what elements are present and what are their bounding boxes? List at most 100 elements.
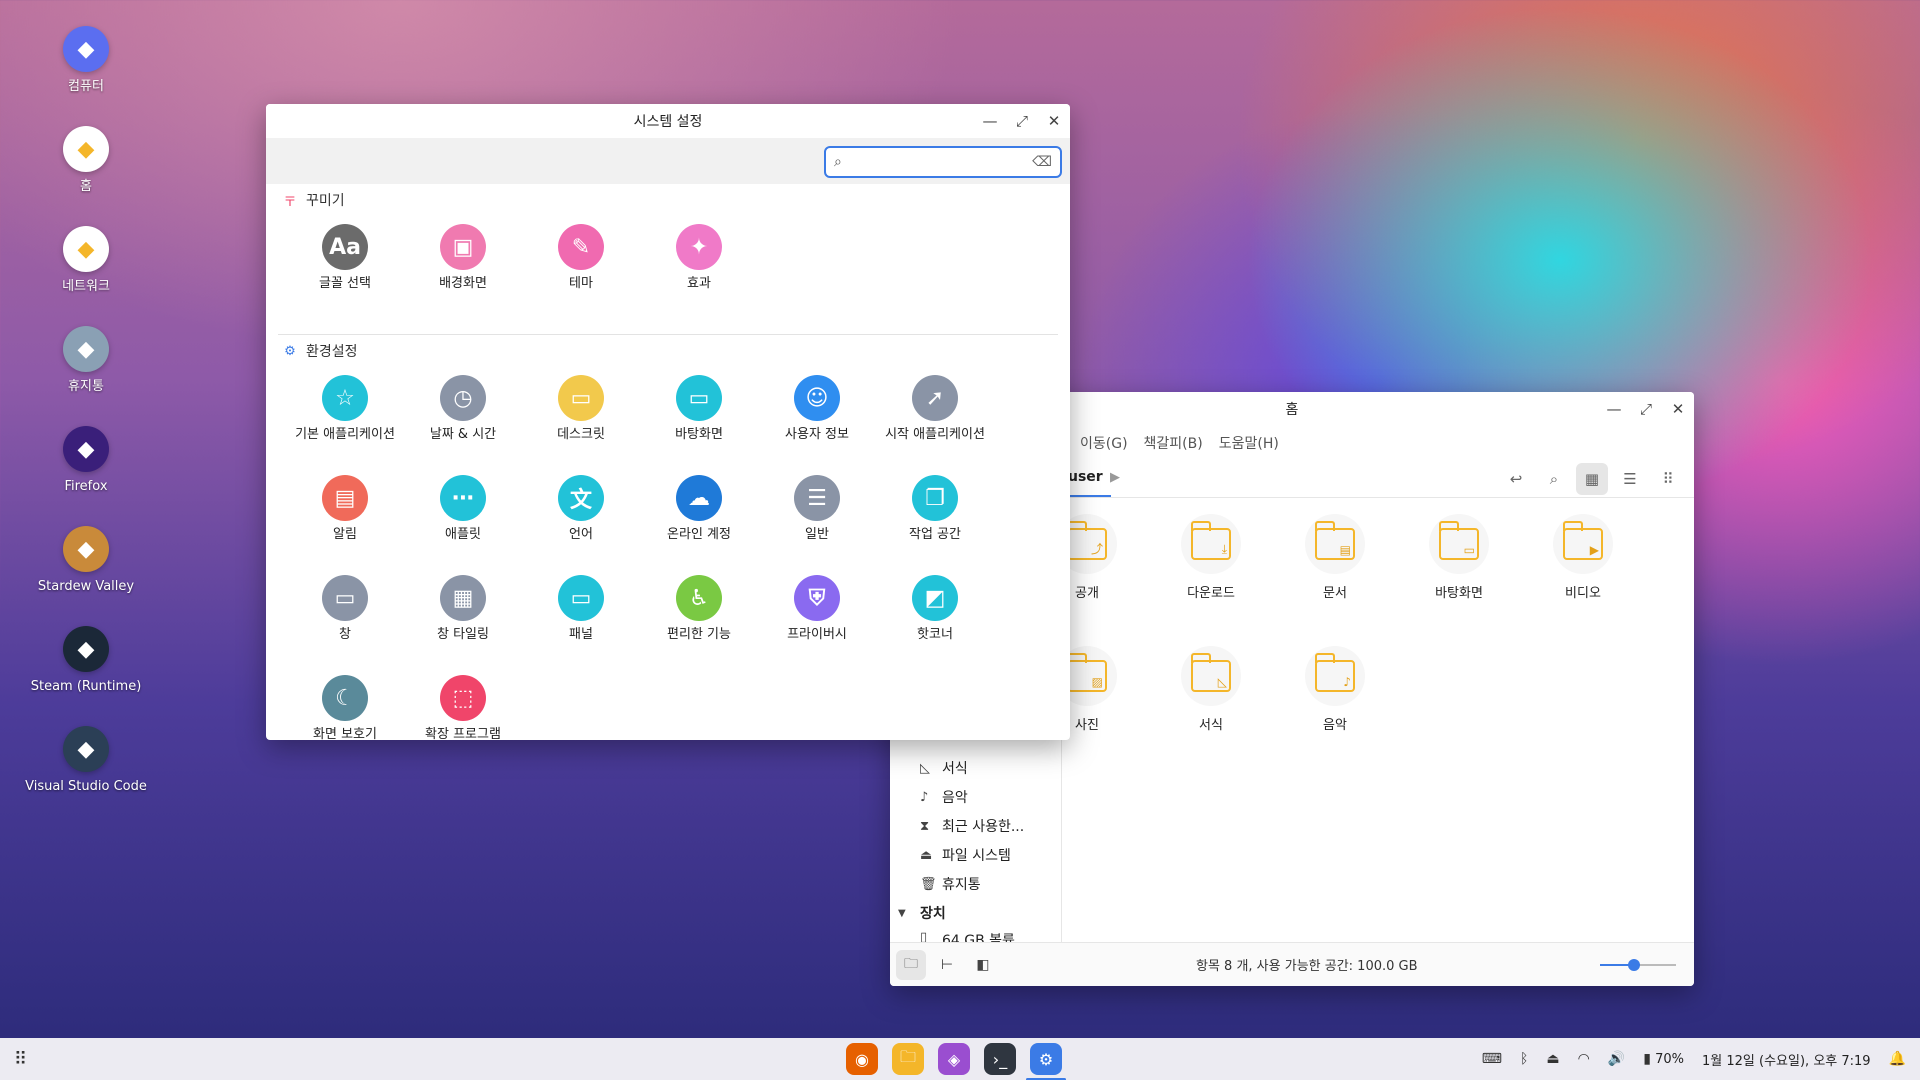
- settings-titlebar[interactable]: 시스템 설정 — ⤢ ✕: [266, 104, 1070, 138]
- hide-sidebar-icon[interactable]: ◧: [968, 950, 998, 980]
- wifi-icon[interactable]: ◠: [1578, 1051, 1590, 1067]
- settings-icon[interactable]: ⚙: [1026, 1043, 1066, 1080]
- folder-item[interactable]: ▭ 바탕화면: [1404, 514, 1514, 601]
- toggle-location-icon[interactable]: ↩: [1500, 463, 1532, 495]
- removable-drive-icon[interactable]: ⏏: [1546, 1051, 1559, 1067]
- settings-item-label: 효과: [687, 276, 711, 291]
- desktop-icon-item[interactable]: ◆ 휴지통: [22, 326, 150, 395]
- font-icon: Aa: [322, 224, 368, 270]
- templates-icon: ◺: [920, 760, 930, 776]
- desktop-icon-item[interactable]: ◆ 네트워크: [22, 226, 150, 295]
- user-info-icon: ☺: [794, 375, 840, 421]
- settings-item[interactable]: ✦ 효과: [640, 216, 758, 316]
- settings-item[interactable]: 文 언어: [522, 467, 640, 567]
- menu-item[interactable]: 이동(G): [1080, 433, 1128, 453]
- search-input[interactable]: [847, 154, 1033, 170]
- menu-item[interactable]: 책갈피(B): [1144, 433, 1203, 453]
- compact-view-icon[interactable]: ⠿: [1652, 463, 1684, 495]
- desktop-icon-item[interactable]: ◆ 컴퓨터: [22, 26, 150, 95]
- search-icon[interactable]: ⌕: [1538, 463, 1570, 495]
- icon-view-icon[interactable]: ▦: [1576, 463, 1608, 495]
- sidebar-item[interactable]: ⏏ 파일 시스템: [920, 845, 1011, 865]
- desktop-icon-item[interactable]: ◆ Stardew Valley: [22, 526, 150, 595]
- app-menu-icon[interactable]: ⠿: [14, 1049, 27, 1070]
- battery-indicator[interactable]: ▮ 70%: [1643, 1051, 1684, 1067]
- settings-item[interactable]: ☺ 사용자 정보: [758, 367, 876, 467]
- settings-item[interactable]: ▭ 바탕화면: [640, 367, 758, 467]
- settings-item[interactable]: ▤ 알림: [286, 467, 404, 567]
- zoom-slider-handle[interactable]: [1628, 959, 1641, 971]
- folder-emblem: ▶: [1589, 543, 1599, 557]
- settings-item[interactable]: ➚ 시작 애플리케이션: [876, 367, 994, 467]
- settings-item[interactable]: ☾ 화면 보호기: [286, 667, 404, 740]
- settings-item[interactable]: ▣ 배경화면: [404, 216, 522, 316]
- settings-item-label: 배경화면: [439, 276, 487, 291]
- desktop-icon-item[interactable]: ◆ Visual Studio Code: [22, 726, 150, 795]
- settings-item[interactable]: ▭ 패널: [522, 567, 640, 667]
- folder-item[interactable]: ⤓ 다운로드: [1156, 514, 1266, 601]
- breadcrumb-current[interactable]: user: [1068, 459, 1111, 497]
- system-settings-window[interactable]: 시스템 설정 — ⤢ ✕ ⌕ ⌫ 〒 꾸미기 Aa 글꼴 선택 ▣ 배경화면 ✎ 테마 ✦ 효과 ⚙…: [266, 104, 1070, 740]
- desktop-icon-item[interactable]: ◆ Firefox: [22, 426, 150, 495]
- settings-item[interactable]: ◩ 핫코너: [876, 567, 994, 667]
- documents-folder-icon: ▤: [1305, 514, 1365, 574]
- places-folder-icon[interactable]: 🗀: [896, 949, 926, 980]
- folder-item[interactable]: ♪ 음악: [1280, 646, 1390, 733]
- settings-item[interactable]: ♿ 편리한 기능: [640, 567, 758, 667]
- settings-item[interactable]: ▭ 창: [286, 567, 404, 667]
- general-sliders-icon: ☰: [794, 475, 840, 521]
- software-manager-icon[interactable]: ◈: [938, 1043, 970, 1075]
- keyboard-icon[interactable]: ⌨: [1482, 1051, 1502, 1067]
- desktop-icon-item[interactable]: ◆ 홈: [22, 126, 150, 195]
- sidebar-item[interactable]: ◺ 서식: [920, 758, 968, 778]
- settings-item[interactable]: Aa 글꼴 선택: [286, 216, 404, 316]
- list-view-icon[interactable]: ☰: [1614, 463, 1646, 495]
- settings-item[interactable]: ⋯ 애플릿: [404, 467, 522, 567]
- clock[interactable]: 1월 12일 (수요일), 오후 7:19: [1702, 1050, 1871, 1069]
- downloads-folder-icon: ⤓: [1181, 514, 1241, 574]
- desktop-icon-item[interactable]: ◆ Steam (Runtime): [22, 626, 150, 695]
- settings-item[interactable]: ⬚ 확장 프로그램: [404, 667, 522, 740]
- breadcrumb-next-arrow-icon[interactable]: ▶: [1110, 470, 1120, 485]
- settings-item[interactable]: ⛨ 프라이버시: [758, 567, 876, 667]
- settings-item[interactable]: ❐ 작업 공간: [876, 467, 994, 567]
- settings-item[interactable]: ☁ 온라인 계정: [640, 467, 758, 567]
- minimize-button[interactable]: —: [982, 112, 998, 130]
- files-icon[interactable]: 🗀: [892, 1043, 924, 1075]
- tree-view-icon[interactable]: ⊢: [932, 950, 962, 980]
- settings-item[interactable]: ▭ 데스크릿: [522, 367, 640, 467]
- sidebar-item[interactable]: ♪ 음악: [920, 787, 968, 807]
- stardew-valley-icon: ◆: [63, 526, 109, 572]
- sidebar-item[interactable]: 🗑 휴지통: [920, 874, 981, 894]
- menu-item[interactable]: 도움말(H): [1219, 433, 1279, 453]
- zoom-slider[interactable]: [1600, 959, 1676, 971]
- startup-apps-icon: ➚: [912, 375, 958, 421]
- folder-item[interactable]: ◺ 서식: [1156, 646, 1266, 733]
- settings-item[interactable]: ◷ 날짜 & 시간: [404, 367, 522, 467]
- maximize-button[interactable]: ⤢: [1014, 112, 1030, 130]
- system-tray: ⌨ ᛒ ⏏ ◠ 🔊 ▮ 70% 1월 12일 (수요일), 오후 7:19 🔔: [1482, 1038, 1906, 1080]
- clear-search-icon[interactable]: ⌫: [1032, 154, 1052, 170]
- folder-item[interactable]: ▤ 문서: [1280, 514, 1390, 601]
- settings-item[interactable]: ☆ 기본 애플리케이션: [286, 367, 404, 467]
- music-folder-icon: ♪: [1305, 646, 1365, 706]
- close-button[interactable]: ✕: [1670, 400, 1686, 418]
- search-box[interactable]: ⌕ ⌫: [824, 146, 1062, 178]
- firefox-icon[interactable]: ◉: [846, 1043, 878, 1075]
- volume-icon[interactable]: 🔊: [1608, 1051, 1625, 1067]
- sidebar-device[interactable]: ▯ 64 GB 볼륨: [920, 930, 1015, 942]
- close-button[interactable]: ✕: [1046, 112, 1062, 130]
- bluetooth-icon[interactable]: ᛒ: [1520, 1051, 1528, 1067]
- minimize-button[interactable]: —: [1606, 400, 1622, 418]
- folder-item[interactable]: ▶ 비디오: [1528, 514, 1638, 601]
- privacy-icon: ⛨: [794, 575, 840, 621]
- terminal-icon[interactable]: ›_: [984, 1043, 1016, 1075]
- notification-bell-icon[interactable]: 🔔: [1889, 1051, 1906, 1067]
- sidebar-section-devices[interactable]: ▼ 장치: [898, 903, 946, 923]
- folder-emblem: ▨: [1091, 675, 1103, 689]
- sidebar-item[interactable]: ⧗ 최근 사용한...: [920, 816, 1024, 836]
- settings-item[interactable]: ✎ 테마: [522, 216, 640, 316]
- settings-item[interactable]: ▦ 창 타일링: [404, 567, 522, 667]
- settings-item[interactable]: ☰ 일반: [758, 467, 876, 567]
- maximize-button[interactable]: ⤢: [1638, 400, 1654, 418]
